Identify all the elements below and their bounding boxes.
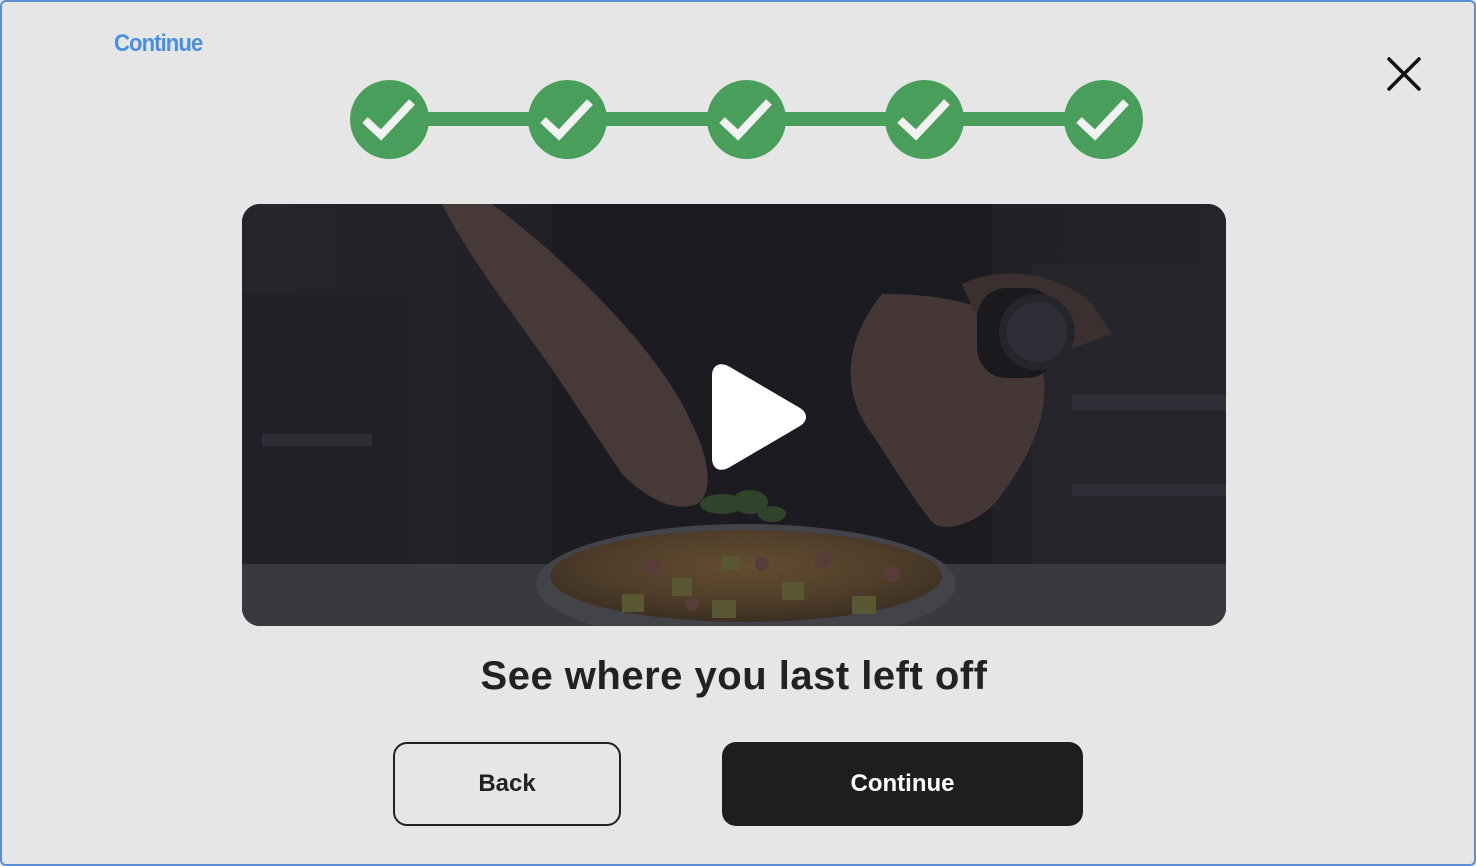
step-4-complete — [885, 80, 964, 159]
checkmark-icon — [897, 99, 950, 141]
back-button[interactable]: Back — [393, 742, 621, 826]
progress-stepper — [350, 80, 1144, 160]
checkmark-icon — [1076, 99, 1129, 141]
continue-button[interactable]: Continue — [722, 742, 1083, 826]
close-button[interactable] — [1382, 52, 1426, 96]
step-5-complete — [1064, 80, 1143, 159]
checkmark-icon — [719, 99, 772, 141]
checkmark-icon — [362, 99, 415, 141]
close-icon — [1387, 57, 1421, 91]
step-3-complete — [707, 80, 786, 159]
onboarding-dialog: Continue See where you last left off Bac… — [0, 0, 1476, 866]
checkmark-icon — [540, 99, 593, 141]
play-button[interactable] — [702, 362, 812, 472]
step-2-complete — [528, 80, 607, 159]
step-1-complete — [350, 80, 429, 159]
play-icon — [712, 364, 806, 470]
page-title: See where you last left off — [480, 654, 988, 698]
corner-label: Continue — [114, 30, 203, 57]
